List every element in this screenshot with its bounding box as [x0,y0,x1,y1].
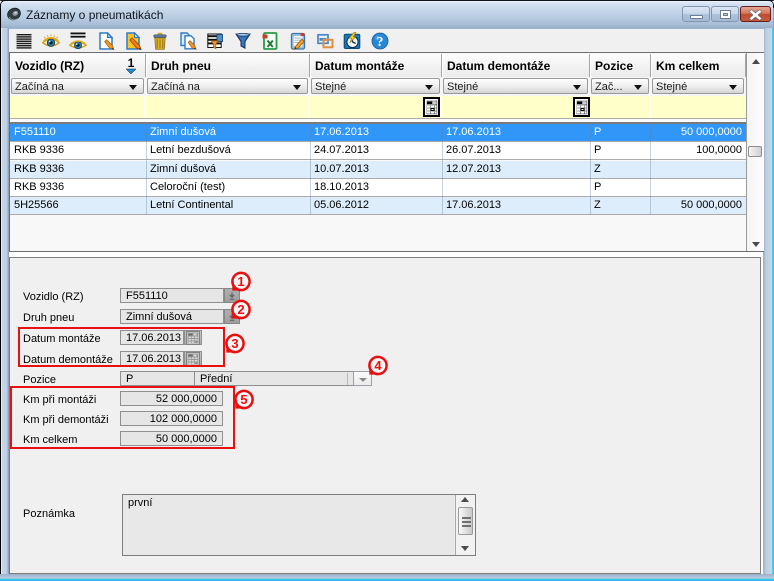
svg-text:1: 1 [237,274,244,289]
svg-text:5: 5 [240,392,247,407]
svg-text:2: 2 [237,302,244,317]
svg-text:?: ? [377,35,384,50]
svg-text:1: 1 [128,56,135,70]
svg-text:4: 4 [374,358,382,373]
svg-text:3: 3 [231,336,238,351]
